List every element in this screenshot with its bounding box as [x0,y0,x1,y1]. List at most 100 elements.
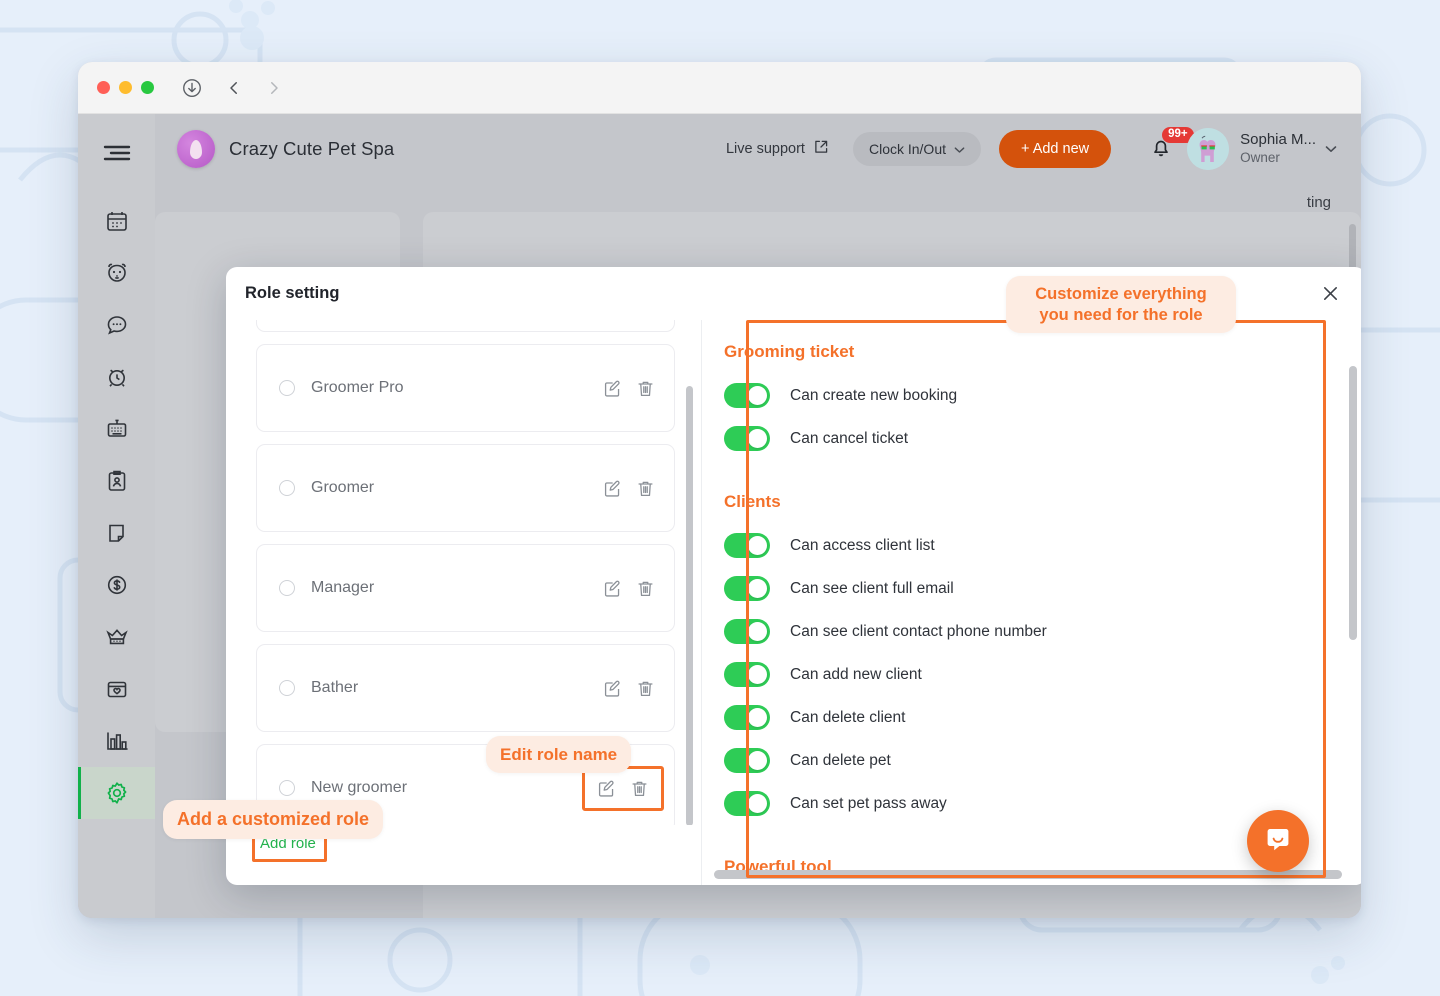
permission-row[interactable]: Can cancel ticket [724,417,1361,460]
permissions-scroll-area: Grooming ticket Can create new booking C… [702,320,1361,885]
menu-toggle-icon[interactable] [102,142,132,169]
chat-widget-button[interactable] [1247,810,1309,872]
role-name: Bather [311,679,359,696]
role-radio[interactable] [279,480,295,496]
role-setting-modal: Role setting Groomer Pro Groomer Manager… [226,267,1361,885]
chat-smile-icon [1263,824,1293,859]
permission-toggle[interactable] [724,748,770,773]
user-role: Owner [1240,149,1280,165]
permission-row[interactable]: Can add new client [724,653,1361,696]
brand-logo-icon [177,130,215,168]
role-name: New groomer [311,779,408,796]
role-name: Manager [311,579,375,596]
trash-icon[interactable] [636,479,655,498]
sidebar-item-documents[interactable] [78,507,155,559]
sidebar-rail [78,114,155,918]
role-row-actions [603,579,655,598]
permission-row[interactable]: Can delete pet [724,739,1361,782]
sidebar-item-staff[interactable] [78,455,155,507]
role-card[interactable]: Bather [256,644,675,732]
close-icon[interactable] [1316,280,1344,308]
brand: Crazy Cute Pet Spa [177,130,394,168]
brand-name: Crazy Cute Pet Spa [229,138,395,159]
permission-toggle[interactable] [724,791,770,816]
role-name: Groomer Pro [311,379,404,396]
trash-icon[interactable] [636,679,655,698]
window-close-button[interactable] [97,81,110,94]
edit-pencil-icon[interactable] [597,779,616,798]
back-arrow-icon[interactable] [225,79,243,97]
avatar[interactable] [1187,128,1230,170]
role-row-actions [603,679,655,698]
role-radio[interactable] [279,380,295,396]
role-row-actions [603,379,655,398]
permission-row[interactable]: Can see client full email [724,567,1361,610]
permission-toggle[interactable] [724,662,770,687]
permissions-pane: Grooming ticket Can create new booking C… [702,320,1361,885]
sidebar-item-reports[interactable] [78,715,155,767]
role-card[interactable]: Groomer [256,444,675,532]
permission-toggle[interactable] [724,426,770,451]
clock-in-out-label: Clock In/Out [868,141,946,157]
annotation-edit-role-name: Edit role name [486,736,632,774]
permission-toggle[interactable] [724,705,770,730]
user-menu[interactable]: Sophia M... Owner [1240,131,1316,167]
edit-pencil-icon[interactable] [603,379,622,398]
download-icon[interactable] [181,77,203,99]
sidebar-item-calendar[interactable] [78,195,155,247]
role-list-scrollbar[interactable] [686,386,693,825]
role-card[interactable]: Groomer Pro [256,344,675,432]
permission-row[interactable]: Can access client list [724,524,1361,567]
window-maximize-button[interactable] [141,81,154,94]
permission-label: Can delete client [790,708,906,726]
user-menu-chevron-icon[interactable] [1325,140,1337,158]
clock-in-out-dropdown[interactable]: Clock In/Out [852,132,981,166]
notifications-button[interactable]: 99+ [1149,126,1194,164]
role-radio[interactable] [279,580,295,596]
permissions-vertical-scrollbar[interactable] [1349,366,1357,640]
topbar-actions: Live support Clock In/Out + Add new 99+ … [726,126,1337,170]
role-row-actions [603,479,655,498]
permission-toggle[interactable] [724,383,770,408]
permission-row[interactable]: Can delete client [724,696,1361,739]
browser-titlebar [78,62,1361,114]
permission-toggle[interactable] [724,619,770,644]
edit-pencil-icon[interactable] [603,479,622,498]
window-minimize-button[interactable] [119,81,132,94]
permission-label: Can access client list [790,536,935,554]
page-title-partial: ting [1306,194,1331,211]
permission-group-title: Grooming ticket [724,342,855,361]
sidebar-item-gift-cards[interactable] [78,663,155,715]
role-name: Groomer [311,479,375,496]
permission-label: Can delete pet [790,751,891,769]
modal-body: Groomer Pro Groomer Manager Bather New g… [226,320,1361,885]
permissions-horizontal-scrollbar[interactable] [714,870,1342,879]
permission-label: Can see client full email [790,579,954,597]
forward-arrow-icon[interactable] [265,79,283,97]
sidebar-item-time-clock[interactable] [78,351,155,403]
live-support-link[interactable]: Live support [726,139,829,159]
trash-icon[interactable] [630,779,649,798]
permission-row[interactable]: Can create new booking [724,374,1361,417]
live-support-label: Live support [725,141,805,157]
permission-toggle[interactable] [724,576,770,601]
trash-icon[interactable] [636,379,655,398]
role-radio[interactable] [279,680,295,696]
edit-pencil-icon[interactable] [603,579,622,598]
permission-row[interactable]: Can see client contact phone number [724,610,1361,653]
role-radio[interactable] [279,780,295,796]
sidebar-item-settings[interactable] [78,767,155,819]
sidebar-item-schedule[interactable] [78,403,155,455]
permission-label: Can set pet pass away [790,794,947,812]
permission-toggle[interactable] [724,533,770,558]
add-new-button[interactable]: + Add new [999,130,1112,168]
trash-icon[interactable] [636,579,655,598]
sidebar-item-messages[interactable] [78,299,155,351]
app-topbar: Crazy Cute Pet Spa Live support Clock In… [155,114,1361,184]
sidebar-item-pets[interactable] [78,247,155,299]
permission-label: Can see client contact phone number [790,622,1047,640]
role-card[interactable]: Manager [256,544,675,632]
sidebar-item-payments[interactable] [78,559,155,611]
sidebar-item-memberships[interactable] [78,611,155,663]
edit-pencil-icon[interactable] [603,679,622,698]
